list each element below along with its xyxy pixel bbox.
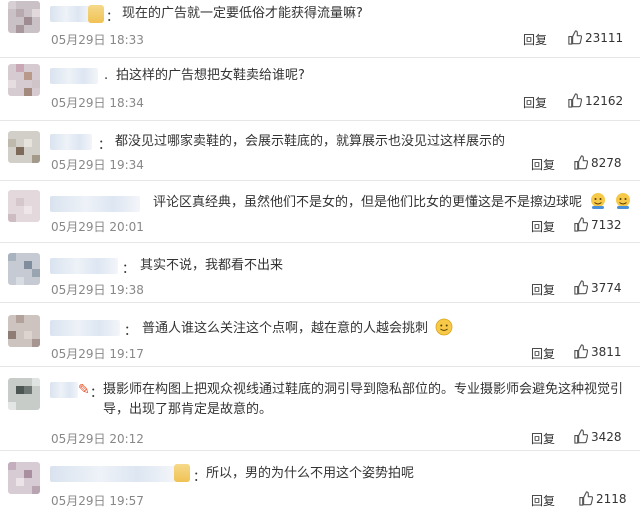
comment-item: ： 所以，男的为什么不用这个姿势拍呢 05月29日 19:57 回复 2118 bbox=[0, 451, 640, 518]
comment-text: 现在的广告就一定要低俗才能获得流量嘛? bbox=[122, 6, 363, 21]
comment-time: 05月29日 20:12 bbox=[51, 432, 144, 446]
thumbs-up-icon bbox=[574, 155, 588, 170]
comment-separator: ： bbox=[193, 470, 207, 485]
like-count: 2118 bbox=[596, 491, 627, 506]
like-count: 7132 bbox=[591, 217, 622, 232]
comment-time: 05月29日 18:33 bbox=[51, 33, 144, 47]
avatar[interactable] bbox=[8, 131, 40, 163]
comment-text: 普通人谁这么关注这个点啊，越在意的人越会挑刺 bbox=[142, 318, 453, 339]
comment-separator: ： bbox=[122, 262, 136, 277]
username-blurred[interactable] bbox=[50, 382, 78, 398]
comment-item: ： 现在的广告就一定要低俗才能获得流量嘛? 05月29日 18:33 回复 23… bbox=[0, 0, 640, 58]
like-button[interactable]: 3811 bbox=[573, 344, 622, 359]
reply-button[interactable]: 回复 bbox=[523, 94, 547, 111]
comment-separator: ： bbox=[98, 138, 112, 153]
like-button[interactable]: 23111 bbox=[567, 30, 623, 45]
badge-icon: ✎ bbox=[78, 382, 90, 398]
like-button[interactable]: 8278 bbox=[573, 155, 622, 170]
username-blurred[interactable] bbox=[50, 320, 120, 336]
smiley-icon bbox=[435, 318, 453, 336]
comment-time: 05月29日 19:17 bbox=[51, 347, 144, 361]
like-count: 23111 bbox=[585, 30, 624, 45]
comment-time: 05月29日 19:57 bbox=[51, 494, 144, 508]
reply-button[interactable]: 回复 bbox=[531, 492, 555, 509]
like-button[interactable]: 3774 bbox=[573, 280, 622, 295]
comment-item: 评论区真经典，虽然他们不是女的，但是他们比女的更懂这是不是擦边球呢 05月29日… bbox=[0, 181, 640, 243]
avatar[interactable] bbox=[8, 64, 40, 96]
comment-text: 拍这样的广告想把女鞋卖给谁呢? bbox=[116, 68, 305, 83]
reply-button[interactable]: 回复 bbox=[531, 345, 555, 362]
username-blurred[interactable] bbox=[50, 466, 175, 482]
username-blurred[interactable] bbox=[50, 68, 98, 84]
comment-separator: ： bbox=[106, 10, 120, 25]
thumbs-up-icon bbox=[568, 93, 582, 108]
comment-time: 05月29日 19:38 bbox=[51, 283, 144, 297]
thumbs-up-icon bbox=[574, 429, 588, 444]
like-count: 8278 bbox=[591, 155, 622, 170]
thumbs-up-icon bbox=[579, 491, 593, 506]
comment-time: 05月29日 20:01 bbox=[51, 220, 144, 234]
avatar[interactable] bbox=[8, 253, 40, 285]
username-emoji-blurred bbox=[174, 464, 190, 482]
like-button[interactable]: 2118 bbox=[578, 491, 627, 506]
username-blurred[interactable] bbox=[50, 134, 92, 150]
comment-separator: . bbox=[104, 68, 109, 83]
comment-text-body: 普通人谁这么关注这个点啊，越在意的人越会挑刺 bbox=[142, 321, 429, 336]
like-count: 12162 bbox=[585, 93, 624, 108]
comment-separator: ： bbox=[124, 324, 138, 339]
comment-separator: ： bbox=[90, 386, 104, 401]
thumbs-up-icon bbox=[574, 344, 588, 359]
comment-time: 05月29日 19:34 bbox=[51, 158, 144, 172]
comment-item: ： 其实不说，我都看不出来 05月29日 19:38 回复 3774 bbox=[0, 243, 640, 303]
comment-item: ： 普通人谁这么关注这个点啊，越在意的人越会挑刺 05月29日 19:17 回复… bbox=[0, 303, 640, 367]
thumbs-up-icon bbox=[568, 30, 582, 45]
reply-button[interactable]: 回复 bbox=[531, 156, 555, 173]
reply-button[interactable]: 回复 bbox=[523, 31, 547, 48]
reply-button[interactable]: 回复 bbox=[531, 430, 555, 447]
username-emoji-blurred bbox=[88, 5, 104, 23]
comment-time: 05月29日 18:34 bbox=[51, 96, 144, 110]
comment-text: 所以，男的为什么不用这个姿势拍呢 bbox=[206, 466, 415, 481]
like-count: 3811 bbox=[591, 344, 622, 359]
username-blurred[interactable] bbox=[50, 196, 140, 212]
comment-text-body: 评论区真经典，虽然他们不是女的，但是他们比女的更懂这是不是擦边球呢 bbox=[153, 195, 583, 210]
avatar[interactable] bbox=[8, 378, 40, 410]
smiley-icon bbox=[591, 193, 606, 209]
avatar[interactable] bbox=[8, 1, 40, 33]
comment-text: 其实不说，我都看不出来 bbox=[140, 258, 284, 273]
like-button[interactable]: 12162 bbox=[567, 93, 623, 108]
like-button[interactable]: 7132 bbox=[573, 217, 622, 232]
comment-text: 都没见过哪家卖鞋的，会展示鞋底的，就算展示也没见过这样展示的 bbox=[115, 134, 506, 149]
comment-item: ✎ ： 摄影师在构图上把观众视线通过鞋底的洞引导到隐私部位的。专业摄影师会避免这… bbox=[0, 367, 640, 451]
thumbs-up-icon bbox=[574, 217, 588, 232]
comment-item: . 拍这样的广告想把女鞋卖给谁呢? 05月29日 18:34 回复 12162 bbox=[0, 58, 640, 121]
like-button[interactable]: 3428 bbox=[573, 429, 622, 444]
avatar[interactable] bbox=[8, 462, 40, 494]
avatar[interactable] bbox=[8, 190, 40, 222]
comment-text: 评论区真经典，虽然他们不是女的，但是他们比女的更懂这是不是擦边球呢 bbox=[153, 192, 640, 213]
smiley-icon bbox=[616, 193, 631, 209]
username-blurred[interactable] bbox=[50, 6, 90, 22]
comment-text: 摄影师在构图上把观众视线通过鞋底的洞引导到隐私部位的。专业摄影师会避免这种视觉引… bbox=[103, 382, 624, 417]
like-count: 3428 bbox=[591, 429, 622, 444]
reply-button[interactable]: 回复 bbox=[531, 218, 555, 235]
avatar[interactable] bbox=[8, 315, 40, 347]
thumbs-up-icon bbox=[574, 280, 588, 295]
comment-list: ： 现在的广告就一定要低俗才能获得流量嘛? 05月29日 18:33 回复 23… bbox=[0, 0, 640, 518]
comment-item: ： 都没见过哪家卖鞋的，会展示鞋底的，就算展示也没见过这样展示的 05月29日 … bbox=[0, 121, 640, 181]
like-count: 3774 bbox=[591, 280, 622, 295]
reply-button[interactable]: 回复 bbox=[531, 281, 555, 298]
username-blurred[interactable] bbox=[50, 258, 118, 274]
